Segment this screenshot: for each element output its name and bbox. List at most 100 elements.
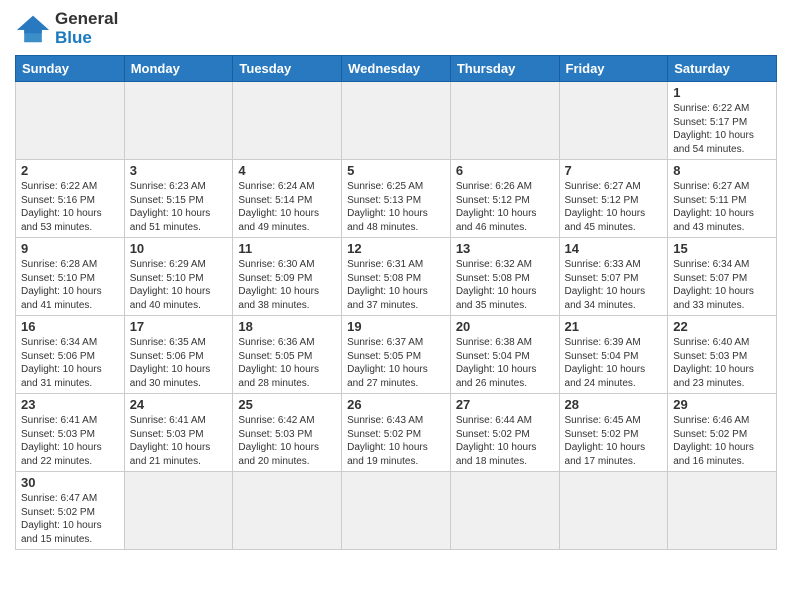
calendar-cell: 29 Sunrise: 6:46 AM Sunset: 5:02 PM Dayli…: [668, 394, 777, 472]
calendar-cell: 5 Sunrise: 6:25 AM Sunset: 5:13 PM Daylig…: [342, 160, 451, 238]
calendar-cell: [559, 472, 668, 550]
weekday-thursday: Thursday: [450, 56, 559, 82]
calendar-cell: [233, 472, 342, 550]
page: General Blue SundayMondayTuesdayWednesda…: [0, 0, 792, 560]
calendar-cell: 10 Sunrise: 6:29 AM Sunset: 5:10 PM Dayli…: [124, 238, 233, 316]
logo-text: General Blue: [55, 10, 118, 47]
day-info: Sunrise: 6:44 AM Sunset: 5:02 PM Dayligh…: [456, 414, 554, 468]
weekday-sunday: Sunday: [16, 56, 125, 82]
calendar-cell: 27Sunrise: 6:44 AM Sunset: 5:02 PM Dayli…: [450, 394, 559, 472]
day-info: Sunrise: 6:30 AM Sunset: 5:09 PM Dayligh…: [238, 258, 336, 312]
calendar-cell: 4 Sunrise: 6:24 AM Sunset: 5:14 PM Daylig…: [233, 160, 342, 238]
calendar-cell: 19 Sunrise: 6:37 AM Sunset: 5:05 PM Dayli…: [342, 316, 451, 394]
weekday-monday: Monday: [124, 56, 233, 82]
calendar-cell: [668, 472, 777, 550]
calendar-cell: [559, 82, 668, 160]
calendar-week-1: 1Sunrise: 6:22 AM Sunset: 5:17 PM Daylig…: [16, 82, 777, 160]
calendar-cell: 7Sunrise: 6:27 AM Sunset: 5:12 PM Daylig…: [559, 160, 668, 238]
weekday-header-row: SundayMondayTuesdayWednesdayThursdayFrid…: [16, 56, 777, 82]
calendar-cell: 14Sunrise: 6:33 AM Sunset: 5:07 PM Dayli…: [559, 238, 668, 316]
day-number: 22: [673, 319, 771, 334]
day-number: 9: [21, 241, 119, 256]
day-number: 30: [21, 475, 119, 490]
day-info: Sunrise: 6:45 AM Sunset: 5:02 PM Dayligh…: [565, 414, 663, 468]
day-number: 26: [347, 397, 445, 412]
day-number: 10: [130, 241, 228, 256]
calendar-cell: [16, 82, 125, 160]
weekday-tuesday: Tuesday: [233, 56, 342, 82]
calendar-cell: 12 Sunrise: 6:31 AM Sunset: 5:08 PM Dayli…: [342, 238, 451, 316]
day-number: 4: [238, 163, 336, 178]
calendar-cell: 6 Sunrise: 6:26 AM Sunset: 5:12 PM Daylig…: [450, 160, 559, 238]
calendar-cell: 1Sunrise: 6:22 AM Sunset: 5:17 PM Daylig…: [668, 82, 777, 160]
day-info: Sunrise: 6:27 AM Sunset: 5:12 PM Dayligh…: [565, 180, 663, 234]
calendar-cell: 11 Sunrise: 6:30 AM Sunset: 5:09 PM Dayli…: [233, 238, 342, 316]
logo: General Blue: [15, 10, 118, 47]
day-info: Sunrise: 6:22 AM Sunset: 5:16 PM Dayligh…: [21, 180, 119, 234]
day-info: Sunrise: 6:23 AM Sunset: 5:15 PM Dayligh…: [130, 180, 228, 234]
day-number: 11: [238, 241, 336, 256]
calendar-week-4: 16Sunrise: 6:34 AM Sunset: 5:06 PM Dayli…: [16, 316, 777, 394]
calendar-cell: 15 Sunrise: 6:34 AM Sunset: 5:07 PM Dayli…: [668, 238, 777, 316]
calendar-week-3: 9Sunrise: 6:28 AM Sunset: 5:10 PM Daylig…: [16, 238, 777, 316]
logo-icon: [15, 14, 51, 44]
calendar-cell: 20Sunrise: 6:38 AM Sunset: 5:04 PM Dayli…: [450, 316, 559, 394]
day-info: Sunrise: 6:29 AM Sunset: 5:10 PM Dayligh…: [130, 258, 228, 312]
header: General Blue: [15, 10, 777, 47]
weekday-saturday: Saturday: [668, 56, 777, 82]
calendar-cell: 18Sunrise: 6:36 AM Sunset: 5:05 PM Dayli…: [233, 316, 342, 394]
day-info: Sunrise: 6:40 AM Sunset: 5:03 PM Dayligh…: [673, 336, 771, 390]
calendar-cell: [450, 82, 559, 160]
day-info: Sunrise: 6:24 AM Sunset: 5:14 PM Dayligh…: [238, 180, 336, 234]
day-info: Sunrise: 6:33 AM Sunset: 5:07 PM Dayligh…: [565, 258, 663, 312]
calendar-cell: [233, 82, 342, 160]
calendar-cell: [450, 472, 559, 550]
calendar-cell: [124, 82, 233, 160]
day-info: Sunrise: 6:25 AM Sunset: 5:13 PM Dayligh…: [347, 180, 445, 234]
day-number: 12: [347, 241, 445, 256]
day-info: Sunrise: 6:34 AM Sunset: 5:07 PM Dayligh…: [673, 258, 771, 312]
day-info: Sunrise: 6:35 AM Sunset: 5:06 PM Dayligh…: [130, 336, 228, 390]
calendar-cell: 17Sunrise: 6:35 AM Sunset: 5:06 PM Dayli…: [124, 316, 233, 394]
calendar-cell: 13Sunrise: 6:32 AM Sunset: 5:08 PM Dayli…: [450, 238, 559, 316]
day-info: Sunrise: 6:46 AM Sunset: 5:02 PM Dayligh…: [673, 414, 771, 468]
calendar-cell: 26Sunrise: 6:43 AM Sunset: 5:02 PM Dayli…: [342, 394, 451, 472]
calendar-cell: 28 Sunrise: 6:45 AM Sunset: 5:02 PM Dayli…: [559, 394, 668, 472]
day-number: 15: [673, 241, 771, 256]
day-number: 1: [673, 85, 771, 100]
calendar-cell: 25 Sunrise: 6:42 AM Sunset: 5:03 PM Dayli…: [233, 394, 342, 472]
day-number: 24: [130, 397, 228, 412]
day-number: 21: [565, 319, 663, 334]
day-number: 19: [347, 319, 445, 334]
day-number: 5: [347, 163, 445, 178]
day-info: Sunrise: 6:37 AM Sunset: 5:05 PM Dayligh…: [347, 336, 445, 390]
day-info: Sunrise: 6:31 AM Sunset: 5:08 PM Dayligh…: [347, 258, 445, 312]
calendar-cell: 2 Sunrise: 6:22 AM Sunset: 5:16 PM Daylig…: [16, 160, 125, 238]
calendar-week-2: 2 Sunrise: 6:22 AM Sunset: 5:16 PM Daylig…: [16, 160, 777, 238]
day-number: 29: [673, 397, 771, 412]
day-number: 13: [456, 241, 554, 256]
day-number: 28: [565, 397, 663, 412]
day-number: 2: [21, 163, 119, 178]
calendar-cell: 16Sunrise: 6:34 AM Sunset: 5:06 PM Dayli…: [16, 316, 125, 394]
day-info: Sunrise: 6:41 AM Sunset: 5:03 PM Dayligh…: [130, 414, 228, 468]
calendar-cell: [342, 472, 451, 550]
day-info: Sunrise: 6:47 AM Sunset: 5:02 PM Dayligh…: [21, 492, 119, 546]
weekday-wednesday: Wednesday: [342, 56, 451, 82]
calendar-cell: 3Sunrise: 6:23 AM Sunset: 5:15 PM Daylig…: [124, 160, 233, 238]
calendar-cell: 8Sunrise: 6:27 AM Sunset: 5:11 PM Daylig…: [668, 160, 777, 238]
day-info: Sunrise: 6:27 AM Sunset: 5:11 PM Dayligh…: [673, 180, 771, 234]
day-info: Sunrise: 6:39 AM Sunset: 5:04 PM Dayligh…: [565, 336, 663, 390]
calendar-cell: 24 Sunrise: 6:41 AM Sunset: 5:03 PM Dayli…: [124, 394, 233, 472]
day-info: Sunrise: 6:42 AM Sunset: 5:03 PM Dayligh…: [238, 414, 336, 468]
day-info: Sunrise: 6:38 AM Sunset: 5:04 PM Dayligh…: [456, 336, 554, 390]
day-number: 18: [238, 319, 336, 334]
day-info: Sunrise: 6:26 AM Sunset: 5:12 PM Dayligh…: [456, 180, 554, 234]
day-number: 25: [238, 397, 336, 412]
calendar-cell: [342, 82, 451, 160]
calendar-cell: 23Sunrise: 6:41 AM Sunset: 5:03 PM Dayli…: [16, 394, 125, 472]
calendar-table: SundayMondayTuesdayWednesdayThursdayFrid…: [15, 55, 777, 550]
calendar-cell: 9Sunrise: 6:28 AM Sunset: 5:10 PM Daylig…: [16, 238, 125, 316]
day-number: 6: [456, 163, 554, 178]
calendar-cell: 21 Sunrise: 6:39 AM Sunset: 5:04 PM Dayli…: [559, 316, 668, 394]
